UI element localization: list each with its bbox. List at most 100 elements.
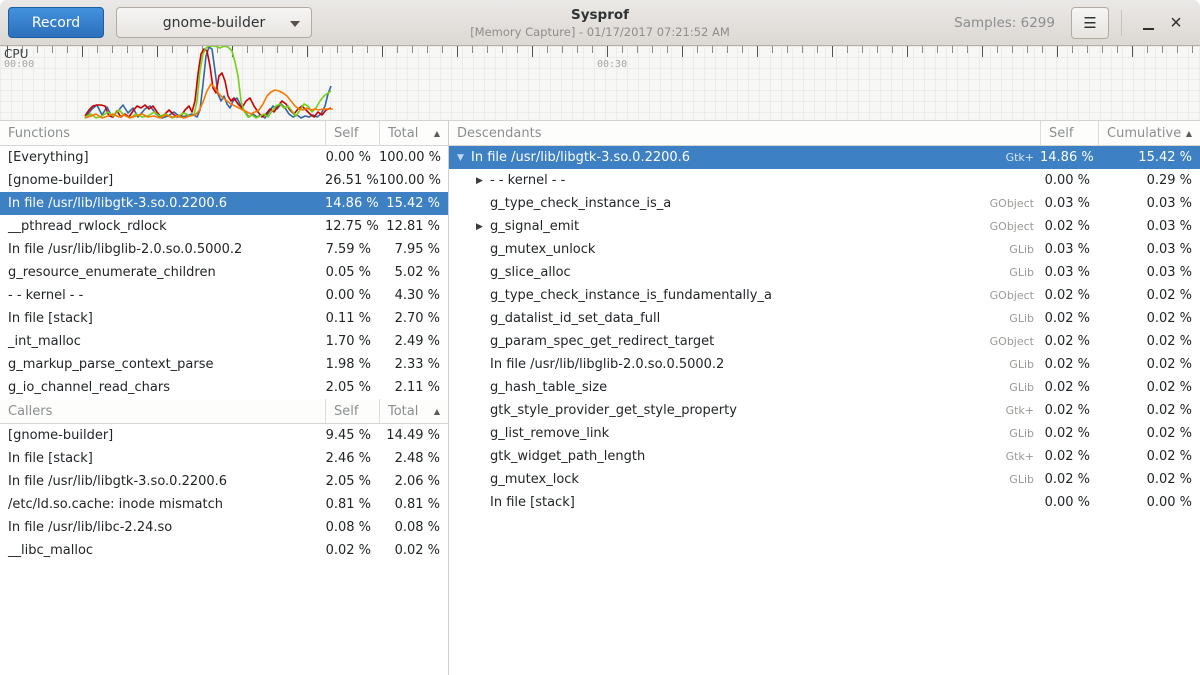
table-row[interactable]: g_mutex_lockGLib0.02 %0.02 % [449,468,1200,491]
column-header-total[interactable]: Total ▲ [379,399,448,423]
close-button[interactable]: × [1162,7,1190,39]
library-tag: GObject [990,197,1040,210]
headerbar: Record gnome-builder Sysprof [Memory Cap… [0,0,1200,46]
table-row[interactable]: [Everything]0.00 %100.00 % [0,146,448,169]
library-tag: GObject [990,289,1040,302]
table-row[interactable]: _int_malloc1.70 %2.49 % [0,330,448,353]
table-row[interactable]: g_resource_enumerate_children0.05 %5.02 … [0,261,448,284]
table-row[interactable]: [gnome-builder]26.51 %100.00 % [0,169,448,192]
column-header-cumulative-label: Cumulative [1107,126,1181,141]
row-label: __pthread_rwlock_rdlock [8,219,167,234]
row-self-value: 0.00 % [325,150,379,165]
column-header-self[interactable]: Self [325,399,379,423]
table-row[interactable]: __pthread_rwlock_rdlock12.75 %12.81 % [0,215,448,238]
column-header-self[interactable]: Self [1040,121,1098,145]
column-header-self[interactable]: Self [325,121,379,145]
table-row[interactable]: g_type_check_instance_is_aGObject0.03 %0… [449,192,1200,215]
table-row[interactable]: g_mutex_unlockGLib0.03 %0.03 % [449,238,1200,261]
row-cumulative-value: 0.02 % [1098,403,1200,418]
row-label: In file [stack] [8,311,93,326]
table-row[interactable]: g_datalist_id_set_data_fullGLib0.02 %0.0… [449,307,1200,330]
cpu-graph[interactable]: CPU 00:00 00:30 [0,46,1200,121]
row-label: g_list_remove_link [490,426,609,441]
table-row[interactable]: g_markup_parse_context_parse1.98 %2.33 % [0,353,448,376]
table-row[interactable]: In file [stack]0.11 %2.70 % [0,307,448,330]
row-name-cell: g_type_check_instance_is_fundamentally_a… [449,288,1040,303]
table-row[interactable]: In file /usr/lib/libgtk-3.so.0.2200.614.… [0,192,448,215]
process-selector-dropdown[interactable]: gnome-builder [116,7,312,38]
table-row[interactable]: g_slice_allocGLib0.03 %0.03 % [449,261,1200,284]
row-name-cell: In file [stack] [0,311,325,326]
row-total-value: 14.49 % [379,428,448,443]
row-total-value: 0.08 % [379,520,448,535]
row-self-value: 26.51 % [325,173,379,188]
row-name-cell: [Everything] [0,150,325,165]
row-self-value: 7.59 % [325,242,379,257]
table-row[interactable]: gtk_style_provider_get_style_propertyGtk… [449,399,1200,422]
table-row[interactable]: /etc/ld.so.cache: inode mismatch0.81 %0.… [0,493,448,516]
table-row[interactable]: gtk_widget_path_lengthGtk+0.02 %0.02 % [449,445,1200,468]
table-row[interactable]: - - kernel - -0.00 %4.30 % [0,284,448,307]
record-button[interactable]: Record [8,7,104,38]
library-tag: GObject [990,220,1040,233]
minimize-button[interactable] [1134,7,1162,39]
callers-table-body: [gnome-builder]9.45 %14.49 %In file [sta… [0,424,448,562]
library-tag: GLib [1009,312,1040,325]
table-row[interactable]: ▶- - kernel - -0.00 %0.29 % [449,169,1200,192]
expander-closed-icon[interactable]: ▶ [476,176,490,186]
column-header-total[interactable]: Total ▲ [379,121,448,145]
row-name-cell: __pthread_rwlock_rdlock [0,219,325,234]
table-row[interactable]: g_type_check_instance_is_fundamentally_a… [449,284,1200,307]
row-self-value: 0.81 % [325,497,379,512]
table-row[interactable]: In file /usr/lib/libglib-2.0.so.0.5000.2… [449,353,1200,376]
row-label: g_hash_table_size [490,380,607,395]
table-row[interactable]: __libc_malloc0.02 %0.02 % [0,539,448,562]
menu-button[interactable]: ☰ [1071,7,1109,39]
table-row[interactable]: g_io_channel_read_chars2.05 %2.11 % [0,376,448,399]
row-name-cell: g_io_channel_read_chars [0,380,325,395]
library-tag: GLib [1009,427,1040,440]
row-name-cell: _int_malloc [0,334,325,349]
table-row[interactable]: In file [stack]0.00 %0.00 % [449,491,1200,514]
titlebar-separator [1121,10,1122,36]
row-label: In file /usr/lib/libgtk-3.so.0.2200.6 [8,474,227,489]
row-name-cell: In file [stack] [0,451,325,466]
table-row[interactable]: In file [stack]2.46 %2.48 % [0,447,448,470]
table-row[interactable]: g_param_spec_get_redirect_targetGObject0… [449,330,1200,353]
descendants-table-body: ▼In file /usr/lib/libgtk-3.so.0.2200.6Gt… [449,146,1200,514]
row-label: g_type_check_instance_is_a [490,196,671,211]
row-label: g_mutex_lock [490,472,579,487]
row-name-cell: - - kernel - - [0,288,325,303]
expander-closed-icon[interactable]: ▶ [476,222,490,232]
table-row[interactable]: In file /usr/lib/libc-2.24.so0.08 %0.08 … [0,516,448,539]
column-header-cumulative[interactable]: Cumulative ▲ [1098,121,1200,145]
column-header-descendants[interactable]: Descendants [449,121,1040,145]
table-row[interactable]: [gnome-builder]9.45 %14.49 % [0,424,448,447]
table-row[interactable]: g_list_remove_linkGLib0.02 %0.02 % [449,422,1200,445]
table-row[interactable]: ▼In file /usr/lib/libgtk-3.so.0.2200.6Gt… [449,146,1200,169]
row-total-value: 12.81 % [379,219,448,234]
library-tag: GLib [1009,266,1040,279]
expander-open-icon[interactable]: ▼ [457,153,471,163]
minimize-icon [1143,28,1154,30]
row-label: gtk_widget_path_length [490,449,645,464]
row-self-value: 0.00 % [1040,495,1098,510]
hamburger-icon: ☰ [1083,15,1096,32]
table-row[interactable]: g_hash_table_sizeGLib0.02 %0.02 % [449,376,1200,399]
row-name-cell: In file /usr/lib/libgtk-3.so.0.2200.6 [0,474,325,489]
row-total-value: 4.30 % [379,288,448,303]
row-total-value: 2.70 % [379,311,448,326]
table-row[interactable]: In file /usr/lib/libgtk-3.so.0.2200.62.0… [0,470,448,493]
close-icon: × [1170,13,1182,33]
row-name-cell: [gnome-builder] [0,428,325,443]
row-name-cell: g_param_spec_get_redirect_targetGObject [449,334,1040,349]
row-label: g_type_check_instance_is_fundamentally_a [490,288,772,303]
row-self-value: 0.03 % [1040,242,1098,257]
row-name-cell: gtk_widget_path_lengthGtk+ [449,449,1040,464]
column-header-functions[interactable]: Functions [0,121,325,145]
row-self-value: 0.02 % [1040,288,1098,303]
table-row[interactable]: ▶g_signal_emitGObject0.02 %0.03 % [449,215,1200,238]
table-row[interactable]: In file /usr/lib/libglib-2.0.so.0.5000.2… [0,238,448,261]
row-total-value: 2.33 % [379,357,448,372]
column-header-callers[interactable]: Callers [0,399,325,423]
